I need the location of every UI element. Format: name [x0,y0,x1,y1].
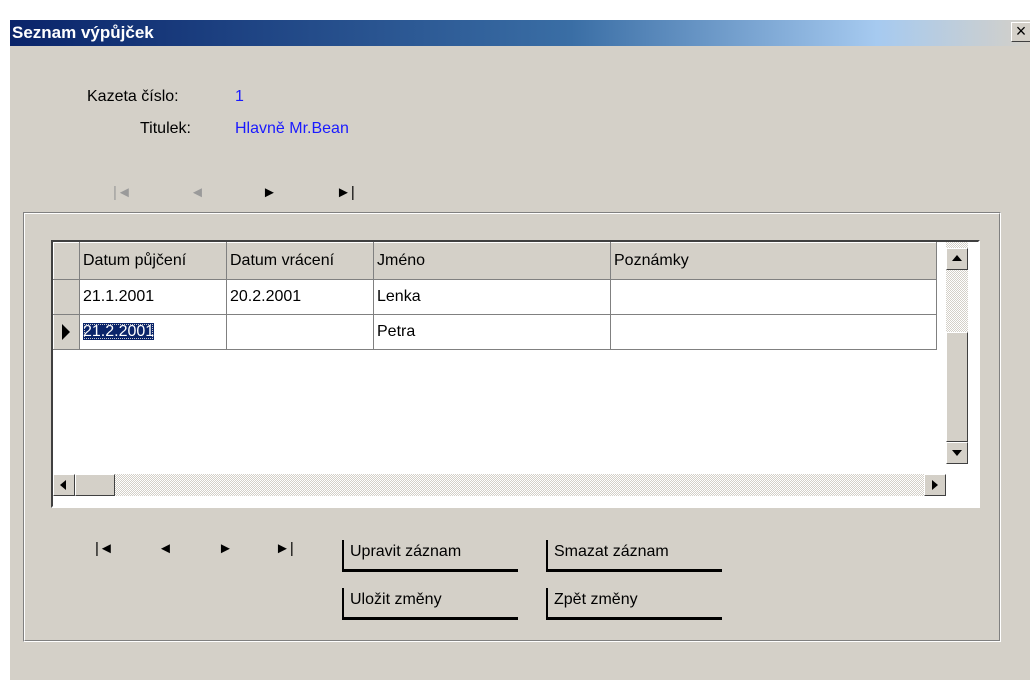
cell-poznamky[interactable] [610,279,937,315]
row-selector[interactable] [53,279,80,315]
top-next-record-button[interactable]: ► [262,184,277,201]
cell-jmeno[interactable]: Lenka [373,279,611,315]
arrow-down-icon [952,450,962,456]
first-record-button[interactable]: |◄ [95,540,114,557]
current-row-pointer-icon [62,323,70,340]
column-header-datum-vraceni[interactable]: Datum vrácení [226,242,374,280]
save-changes-button[interactable]: Uložit změny [342,588,518,620]
revert-changes-button[interactable]: Zpět změny [546,588,722,620]
edit-record-button[interactable]: Upravit záznam [342,540,518,572]
close-button[interactable]: × [1011,22,1030,42]
prev-record-button[interactable]: ◄ [158,540,173,557]
title-bar: Seznam výpůjček × [10,20,1030,46]
cell-datum-vraceni[interactable]: 20.2.2001 [226,279,374,315]
loans-table: Datum půjčení Datum vrácení Jméno Poznám… [53,242,937,350]
scroll-down-button[interactable] [946,442,968,464]
row-selector-header[interactable] [53,242,80,280]
title-label: Titulek: [140,120,191,137]
cell-poznamky[interactable] [610,314,937,350]
column-header-datum-pujceni[interactable]: Datum půjčení [79,242,227,280]
column-header-poznamky[interactable]: Poznámky [610,242,937,280]
delete-record-button[interactable]: Smazat záznam [546,540,722,572]
row-selector-current[interactable] [53,314,80,350]
scroll-up-button[interactable] [946,248,968,270]
scroll-right-button[interactable] [924,474,946,496]
tape-number-value: 1 [235,88,244,105]
horizontal-scrollbar[interactable] [53,474,946,496]
next-record-button[interactable]: ► [218,540,233,557]
arrow-up-icon [952,255,962,261]
vertical-scroll-thumb[interactable] [946,332,968,442]
cell-jmeno[interactable]: Petra [373,314,611,350]
column-header-jmeno[interactable]: Jméno [373,242,611,280]
loans-datagrid[interactable]: Datum půjčení Datum vrácení Jméno Poznám… [51,240,980,508]
arrow-right-icon [932,480,938,490]
table-row[interactable]: 21.1.2001 20.2.2001 Lenka [53,279,937,315]
top-last-record-button[interactable]: ►| [336,184,355,201]
cell-datum-vraceni[interactable] [226,314,374,350]
arrow-left-icon [60,480,66,490]
table-header-row: Datum půjčení Datum vrácení Jméno Poznám… [53,242,937,280]
top-first-record-button[interactable]: |◄ [113,184,132,201]
cell-datum-pujceni[interactable]: 21.1.2001 [79,279,227,315]
title-value: Hlavně Mr.Bean [235,120,349,137]
tape-number-label: Kazeta číslo: [87,88,179,105]
horizontal-scroll-thumb[interactable] [75,474,115,496]
window-title: Seznam výpůjček [12,23,154,42]
scroll-left-button[interactable] [53,474,75,496]
table-row-selected[interactable]: 21.2.2001 Petra [53,314,937,350]
selected-cell-text[interactable]: 21.2.2001 [83,323,155,340]
last-record-button[interactable]: ►| [275,540,294,557]
top-prev-record-button[interactable]: ◄ [190,184,205,201]
cell-datum-pujceni[interactable]: 21.2.2001 [79,314,227,350]
